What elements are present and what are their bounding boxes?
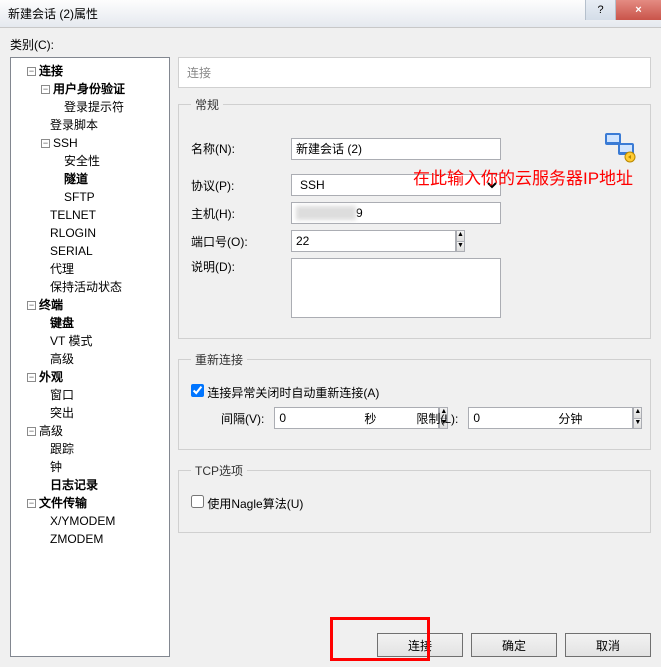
general-group: 常规 名称(N): bbox=[178, 96, 651, 339]
tree-logging[interactable]: 日志记录 bbox=[50, 478, 98, 492]
tree-toggle-icon[interactable]: − bbox=[41, 139, 50, 148]
category-label: 类别(C): bbox=[10, 36, 651, 53]
tree-keyboard[interactable]: 键盘 bbox=[50, 316, 74, 330]
port-spinner[interactable]: ▲▼ bbox=[291, 230, 399, 252]
tcp-legend: TCP选项 bbox=[191, 462, 247, 479]
limit-input[interactable] bbox=[468, 407, 633, 429]
tree-zmodem[interactable]: ZMODEM bbox=[50, 532, 103, 546]
limit-label: 限制(L): bbox=[416, 410, 458, 427]
tree-proxy[interactable]: 代理 bbox=[50, 262, 74, 276]
tree-toggle-icon[interactable]: − bbox=[27, 373, 36, 382]
tree-appearance[interactable]: 外观 bbox=[39, 370, 63, 384]
tree-toggle-icon[interactable]: − bbox=[27, 499, 36, 508]
interval-spinner[interactable]: ▲▼ bbox=[274, 407, 354, 429]
limit-unit: 分钟 bbox=[558, 410, 582, 427]
tree-login-script[interactable]: 登录脚本 bbox=[50, 118, 98, 132]
host-input[interactable]: 9 bbox=[291, 202, 501, 224]
desc-label: 说明(D): bbox=[191, 258, 291, 275]
name-input[interactable] bbox=[291, 138, 501, 160]
tree-user-auth[interactable]: 用户身份验证 bbox=[53, 82, 125, 96]
tree-advanced2[interactable]: 高级 bbox=[39, 424, 63, 438]
cancel-button[interactable]: 取消 bbox=[565, 633, 651, 657]
nagle-checkbox[interactable]: 使用Nagle算法(U) bbox=[191, 495, 303, 512]
tree-vtmode[interactable]: VT 模式 bbox=[50, 334, 92, 348]
protocol-select[interactable]: SSH bbox=[291, 174, 501, 196]
category-tree[interactable]: −连接 −用户身份验证 登录提示符 登录脚本 −SSH 安全性 隧道 SFTP bbox=[10, 57, 170, 657]
tree-telnet[interactable]: TELNET bbox=[50, 208, 96, 222]
tree-toggle-icon[interactable]: − bbox=[27, 427, 36, 436]
auto-reconnect-input[interactable] bbox=[191, 384, 204, 397]
help-button[interactable]: ? bbox=[585, 0, 615, 20]
tree-toggle-icon[interactable]: − bbox=[41, 85, 50, 94]
tree-ssh[interactable]: SSH bbox=[53, 136, 78, 150]
breadcrumb: 连接 bbox=[178, 57, 651, 88]
host-label: 主机(H): bbox=[191, 205, 291, 222]
protocol-label: 协议(P): bbox=[191, 177, 291, 194]
interval-unit: 秒 bbox=[364, 410, 376, 427]
tree-serial[interactable]: SERIAL bbox=[50, 244, 93, 258]
titlebar: 新建会话 (2)属性 ? × bbox=[0, 0, 661, 28]
tree-keepalive[interactable]: 保持活动状态 bbox=[50, 280, 122, 294]
interval-input[interactable] bbox=[274, 407, 439, 429]
tree-tunnel[interactable]: 隧道 bbox=[64, 172, 88, 186]
reconnect-group: 重新连接 连接异常关闭时自动重新连接(A) 间隔(V): ▲▼ 秒 bbox=[178, 351, 651, 450]
port-label: 端口号(O): bbox=[191, 233, 291, 250]
close-button[interactable]: × bbox=[615, 0, 661, 20]
tree-terminal[interactable]: 终端 bbox=[39, 298, 63, 312]
ok-button[interactable]: 确定 bbox=[471, 633, 557, 657]
tree-toggle-icon[interactable]: − bbox=[27, 301, 36, 310]
tree-rlogin[interactable]: RLOGIN bbox=[50, 226, 96, 240]
tree-login-prompt[interactable]: 登录提示符 bbox=[64, 100, 124, 114]
tcp-group: TCP选项 使用Nagle算法(U) bbox=[178, 462, 651, 533]
spin-down-icon[interactable]: ▼ bbox=[634, 419, 641, 429]
desc-textarea[interactable] bbox=[291, 258, 501, 318]
nagle-input[interactable] bbox=[191, 495, 204, 508]
spin-up-icon[interactable]: ▲ bbox=[457, 231, 464, 242]
network-icon bbox=[602, 129, 638, 165]
tree-advanced[interactable]: 高级 bbox=[50, 352, 74, 366]
spin-up-icon[interactable]: ▲ bbox=[634, 408, 641, 419]
tree-filetransfer[interactable]: 文件传输 bbox=[39, 496, 87, 510]
tree-security[interactable]: 安全性 bbox=[64, 154, 100, 168]
interval-label: 间隔(V): bbox=[221, 410, 264, 427]
tree-window[interactable]: 窗口 bbox=[50, 388, 74, 402]
tree-highlight[interactable]: 突出 bbox=[50, 406, 74, 420]
reconnect-legend: 重新连接 bbox=[191, 351, 247, 368]
spin-down-icon[interactable]: ▼ bbox=[457, 242, 464, 252]
connect-button[interactable]: 连接 bbox=[377, 633, 463, 657]
limit-spinner[interactable]: ▲▼ bbox=[468, 407, 548, 429]
name-label: 名称(N): bbox=[191, 140, 291, 157]
window-title: 新建会话 (2)属性 bbox=[8, 5, 98, 22]
port-input[interactable] bbox=[291, 230, 456, 252]
tree-bell[interactable]: 钟 bbox=[50, 460, 62, 474]
auto-reconnect-checkbox[interactable]: 连接异常关闭时自动重新连接(A) bbox=[191, 384, 379, 401]
tree-xymodem[interactable]: X/YMODEM bbox=[50, 514, 115, 528]
tree-sftp[interactable]: SFTP bbox=[64, 190, 95, 204]
tree-connection[interactable]: 连接 bbox=[39, 64, 63, 78]
tree-toggle-icon[interactable]: − bbox=[27, 67, 36, 76]
tree-trace[interactable]: 跟踪 bbox=[50, 442, 74, 456]
general-legend: 常规 bbox=[191, 96, 223, 113]
